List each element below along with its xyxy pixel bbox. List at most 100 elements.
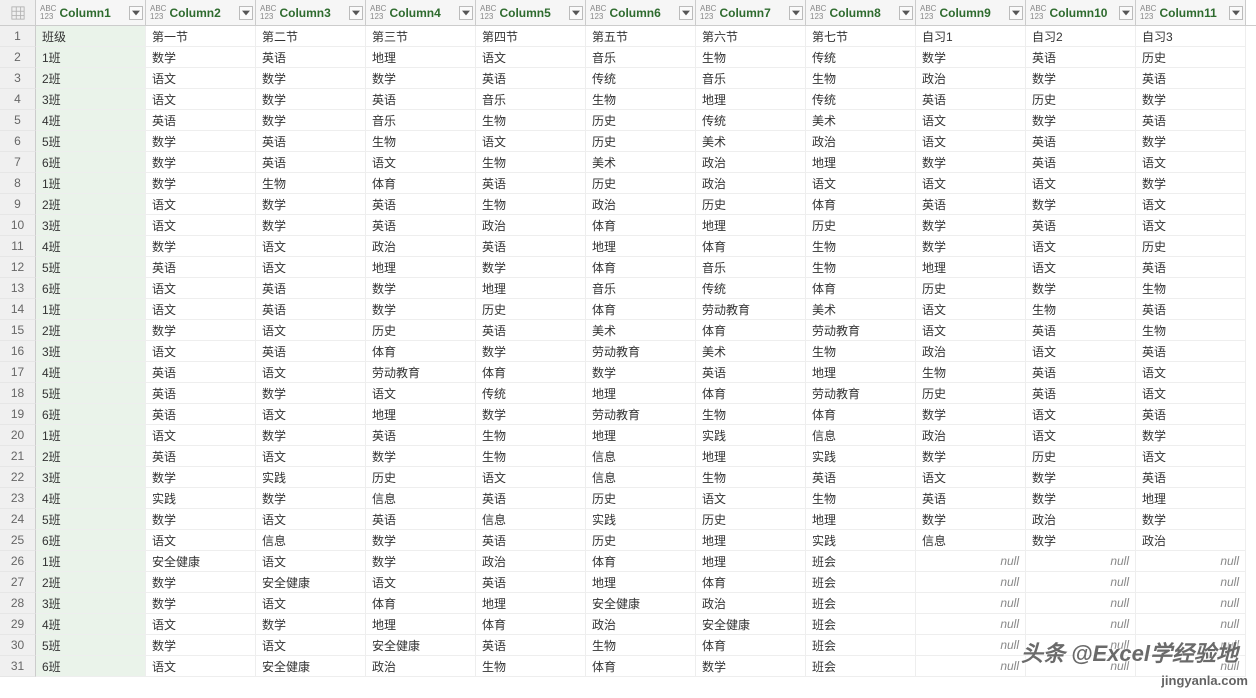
cell[interactable]: 语文 <box>1136 152 1246 173</box>
cell[interactable]: 音乐 <box>586 47 696 68</box>
cell[interactable]: null <box>916 635 1026 656</box>
cell[interactable]: 语文 <box>146 68 256 89</box>
cell[interactable]: 地理 <box>366 257 476 278</box>
cell[interactable]: 语文 <box>1136 215 1246 236</box>
column-header[interactable]: ABC123Column5 <box>476 0 586 25</box>
cell[interactable]: 数学 <box>1136 173 1246 194</box>
cell[interactable]: 历史 <box>586 110 696 131</box>
row-number[interactable]: 30 <box>0 635 36 656</box>
cell[interactable]: 3班 <box>36 593 146 614</box>
cell[interactable]: 政治 <box>476 215 586 236</box>
cell[interactable]: 数学 <box>916 47 1026 68</box>
cell[interactable]: 语文 <box>256 551 366 572</box>
cell[interactable]: 数学 <box>366 446 476 467</box>
cell[interactable]: 历史 <box>916 278 1026 299</box>
cell[interactable]: 数学 <box>256 194 366 215</box>
cell[interactable]: 3班 <box>36 215 146 236</box>
cell[interactable]: 语文 <box>256 593 366 614</box>
cell[interactable]: 数学 <box>146 635 256 656</box>
cell[interactable]: null <box>1026 656 1136 677</box>
cell[interactable]: 地理 <box>476 278 586 299</box>
cell[interactable]: 6班 <box>36 278 146 299</box>
cell[interactable]: 英语 <box>1136 257 1246 278</box>
cell[interactable]: 语文 <box>916 131 1026 152</box>
cell[interactable]: 数学 <box>146 173 256 194</box>
cell[interactable]: 英语 <box>476 635 586 656</box>
cell[interactable]: 数学 <box>146 131 256 152</box>
cell[interactable]: 4班 <box>36 236 146 257</box>
cell[interactable]: 生物 <box>476 110 586 131</box>
cell[interactable]: null <box>1136 656 1246 677</box>
cell[interactable]: 数学 <box>256 383 366 404</box>
cell[interactable]: 1班 <box>36 299 146 320</box>
cell[interactable]: 体育 <box>586 299 696 320</box>
row-number[interactable]: 21 <box>0 446 36 467</box>
cell[interactable]: 安全健康 <box>696 614 806 635</box>
cell[interactable]: 英语 <box>146 257 256 278</box>
cell[interactable]: 班会 <box>806 572 916 593</box>
row-number[interactable]: 8 <box>0 173 36 194</box>
cell[interactable]: 语文 <box>916 299 1026 320</box>
filter-dropdown-button[interactable] <box>239 6 253 20</box>
cell[interactable]: 语文 <box>916 110 1026 131</box>
cell[interactable]: 历史 <box>806 215 916 236</box>
filter-dropdown-button[interactable] <box>129 6 143 20</box>
cell[interactable]: 英语 <box>366 425 476 446</box>
cell[interactable]: 英语 <box>1026 152 1136 173</box>
row-number[interactable]: 13 <box>0 278 36 299</box>
cell[interactable]: 数学 <box>146 467 256 488</box>
cell[interactable]: 语文 <box>366 152 476 173</box>
cell[interactable]: 2班 <box>36 68 146 89</box>
cell[interactable]: 数学 <box>256 110 366 131</box>
cell[interactable]: 自习1 <box>916 26 1026 47</box>
filter-dropdown-button[interactable] <box>1119 6 1133 20</box>
cell[interactable]: 地理 <box>366 614 476 635</box>
cell[interactable]: 体育 <box>696 320 806 341</box>
cell[interactable]: 英语 <box>916 194 1026 215</box>
cell[interactable]: 数学 <box>1026 110 1136 131</box>
cell[interactable]: 班会 <box>806 635 916 656</box>
cell[interactable]: 生物 <box>806 488 916 509</box>
row-number[interactable]: 5 <box>0 110 36 131</box>
cell[interactable]: 英语 <box>1026 47 1136 68</box>
cell[interactable]: 英语 <box>476 68 586 89</box>
cell[interactable]: 英语 <box>696 362 806 383</box>
cell[interactable]: 传统 <box>696 278 806 299</box>
row-number[interactable]: 12 <box>0 257 36 278</box>
cell[interactable]: 数学 <box>1026 488 1136 509</box>
row-number[interactable]: 18 <box>0 383 36 404</box>
cell[interactable]: 传统 <box>586 68 696 89</box>
cell[interactable]: null <box>916 656 1026 677</box>
cell[interactable]: 语文 <box>1026 257 1136 278</box>
cell[interactable]: 英语 <box>1136 341 1246 362</box>
cell[interactable]: 语文 <box>476 467 586 488</box>
cell[interactable]: 生物 <box>366 131 476 152</box>
cell[interactable]: 英语 <box>1136 68 1246 89</box>
cell[interactable]: 体育 <box>696 383 806 404</box>
cell[interactable]: 地理 <box>696 215 806 236</box>
cell[interactable]: 历史 <box>1136 47 1246 68</box>
cell[interactable]: 数学 <box>366 299 476 320</box>
cell[interactable]: 语文 <box>1136 362 1246 383</box>
cell[interactable]: 信息 <box>256 530 366 551</box>
cell[interactable]: 政治 <box>586 614 696 635</box>
cell[interactable]: 地理 <box>586 425 696 446</box>
cell[interactable]: 历史 <box>586 488 696 509</box>
cell[interactable]: 语文 <box>366 572 476 593</box>
cell[interactable]: 体育 <box>696 572 806 593</box>
cell[interactable]: 数学 <box>696 656 806 677</box>
cell[interactable]: 语文 <box>256 257 366 278</box>
cell[interactable]: 数学 <box>916 236 1026 257</box>
row-number[interactable]: 16 <box>0 341 36 362</box>
row-number[interactable]: 1 <box>0 26 36 47</box>
cell[interactable]: 政治 <box>476 551 586 572</box>
cell[interactable]: 1班 <box>36 173 146 194</box>
cell[interactable]: 数学 <box>256 89 366 110</box>
cell[interactable]: 美术 <box>806 299 916 320</box>
cell[interactable]: 历史 <box>366 467 476 488</box>
cell[interactable]: 语文 <box>696 488 806 509</box>
cell[interactable]: 地理 <box>586 236 696 257</box>
cell[interactable]: 数学 <box>916 215 1026 236</box>
cell[interactable]: 政治 <box>1136 530 1246 551</box>
cell[interactable]: 生物 <box>806 68 916 89</box>
